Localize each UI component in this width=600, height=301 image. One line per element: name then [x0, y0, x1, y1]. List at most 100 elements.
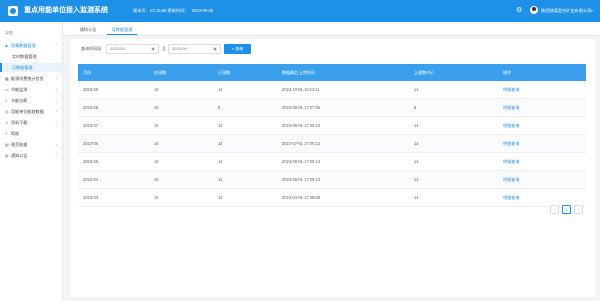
- cell-last-upload: 2023-10-01 10:14:11: [282, 87, 320, 92]
- sidebar-item-monthly-data[interactable]: 月数据管理: [0, 63, 62, 72]
- user-name[interactable]: 陕西陕煤澄合矿业有限公司: [541, 8, 591, 14]
- tab-monthly-data[interactable]: 月数据管理: [107, 24, 137, 35]
- database-icon: ◎: [5, 109, 9, 114]
- page-number-button[interactable]: 1: [562, 205, 571, 214]
- cell-last-upload: 2023-07-01 17:09:13: [282, 141, 321, 146]
- sidebar-item-energy-diagnosis[interactable]: ⚕ 节能诊断 ⌄: [0, 96, 62, 105]
- chevron-down-icon: ⌄: [55, 120, 58, 124]
- table-row: 2023-03 16 14 2023-04-01 17:08:08 14 明细查…: [78, 189, 586, 207]
- next-page-button[interactable]: ›: [574, 205, 583, 214]
- cell-expected: 16: [154, 105, 159, 110]
- start-month-input[interactable]: 2023-03 ▣: [106, 44, 159, 54]
- prev-page-button[interactable]: ‹: [550, 205, 559, 214]
- tag-icon: ◈: [5, 43, 9, 48]
- caret-down-icon[interactable]: ▾: [591, 8, 593, 14]
- calendar-icon: ▣: [151, 46, 155, 51]
- range-separator: 至: [162, 46, 166, 51]
- column-header: 数据最后上传时间: [282, 70, 315, 75]
- avatar[interactable]: [530, 6, 538, 14]
- cell-collected: 14: [218, 177, 223, 182]
- detail-link[interactable]: 明细查询: [503, 153, 519, 171]
- cell-reported: 14: [414, 195, 419, 200]
- chevron-down-icon: ⌄: [55, 76, 58, 80]
- nav-title: 导航: [5, 30, 13, 35]
- cell-collected: 14: [218, 159, 223, 164]
- cell-reported: 14: [414, 123, 419, 128]
- start-month-value: 2023-03: [110, 46, 125, 51]
- cell-expected: 16: [154, 159, 159, 164]
- query-button-label: 查询: [235, 46, 244, 51]
- cell-last-upload: 2023-09-01 17:07:06: [282, 105, 321, 110]
- end-month-input[interactable]: 2023-09 ▣: [168, 44, 221, 54]
- sidebar-item-unit-energy-data[interactable]: ◎ 用能单位能耗数据 ⌄: [0, 107, 62, 116]
- chevron-down-icon: ⌄: [55, 87, 58, 91]
- sidebar-item-collect-data[interactable]: ◈ 采集数据管理 ⌃: [0, 41, 62, 50]
- gear-icon[interactable]: ⚙: [516, 7, 522, 15]
- cell-month: 2023-04: [83, 177, 99, 182]
- detail-link[interactable]: 明细查询: [503, 99, 519, 117]
- filter-label: 查询时间段: [81, 46, 101, 51]
- cell-month: 2023-03: [83, 195, 99, 200]
- sidebar-item-label: 月数据管理: [12, 65, 33, 70]
- column-header: 已采数: [218, 70, 231, 75]
- sidebar-item-label: 帮助: [11, 131, 20, 136]
- sidebar-item-label: 通知公告: [11, 153, 28, 158]
- detail-link[interactable]: 明细查询: [503, 189, 519, 207]
- cell-expected: 16: [154, 87, 159, 92]
- cell-collected: 14: [218, 195, 223, 200]
- cell-collected: 14: [218, 141, 223, 146]
- cell-collected: 8: [218, 105, 221, 110]
- table-body: 2023-09 16 14 2023-10-01 10:14:11 14 明细查…: [78, 81, 586, 207]
- version-info: 版本号：V2.15.56 更新时间： 2023-09-26: [133, 8, 213, 14]
- cell-last-upload: 2023-04-01 17:08:08: [282, 195, 321, 200]
- detail-link[interactable]: 明细查询: [503, 135, 519, 153]
- download-icon: ⇩: [5, 120, 9, 125]
- cell-reported: 14: [414, 177, 419, 182]
- detail-link[interactable]: 明细查询: [503, 117, 519, 135]
- end-month-value: 2023-09: [172, 46, 187, 51]
- cell-collected: 14: [218, 87, 223, 92]
- monthly-data-table: 月份 应采数 已采数 数据最后上传时间 上报数中心 操作 2023-09 16 …: [78, 64, 586, 207]
- search-icon: ⌕: [231, 46, 235, 51]
- sidebar-item-downloads[interactable]: ⇩ 资料下载 ⌄: [0, 118, 62, 127]
- cell-last-upload: 2023-06-01 17:09:13: [282, 159, 321, 164]
- cell-reported: 8: [414, 105, 417, 110]
- sidebar-item-label: 资料下载: [11, 120, 28, 125]
- stethoscope-icon: ⚕: [5, 98, 8, 103]
- top-header: 重点用能单位接入监测系统 版本号：V2.15.56 更新时间： 2023-09-2…: [0, 0, 600, 22]
- table-row: 2023-09 16 14 2023-10-01 10:14:11 14 明细查…: [78, 81, 586, 99]
- book-icon: ▤: [5, 142, 9, 147]
- content-card: 查询时间段 2023-03 ▣ 至 2023-09 ▣ ⌕ 查询 月份 应采数 …: [70, 39, 595, 297]
- chat-icon: ◍: [5, 153, 9, 158]
- tab-notices[interactable]: 通知公告: [75, 24, 101, 35]
- version-label: 版本号：V2.15.56 更新时间：: [133, 8, 189, 13]
- page-tabs: 通知公告 月数据管理: [63, 22, 600, 36]
- sidebar-item-energy-monitor[interactable]: ▭ 节能监测 ⌄: [0, 85, 62, 94]
- cell-last-upload: 2023-08-01 17:09:13: [282, 123, 321, 128]
- chevron-down-icon: ⌄: [55, 153, 58, 157]
- help-icon: ?: [5, 131, 8, 136]
- detail-link[interactable]: 明细查询: [503, 171, 519, 189]
- table-row: 2023-08 16 8 2023-09-01 17:07:06 8 明细查询: [78, 99, 586, 117]
- sidebar-item-notices[interactable]: ◍ 通知公告 ⌄: [0, 151, 62, 160]
- sidebar-item-regulations[interactable]: ▤ 规范依据 ⌄: [0, 140, 62, 149]
- app-title: 重点用能单位接入监测系统: [24, 7, 108, 14]
- cell-reported: 14: [414, 141, 419, 146]
- table-row: 2023-05 16 14 2023-06-01 17:09:13 14 明细查…: [78, 153, 586, 171]
- cell-month: 2023-09: [83, 87, 99, 92]
- column-header: 上报数中心: [414, 70, 435, 75]
- cell-month: 2023-05: [83, 159, 99, 164]
- sidebar-item-realtime-data[interactable]: 实时数据管理: [0, 52, 62, 61]
- cell-month: 2023-07: [83, 123, 99, 128]
- query-button[interactable]: ⌕ 查询: [224, 44, 251, 54]
- monitor-icon: ▭: [5, 87, 9, 92]
- chevron-down-icon: ⌄: [55, 109, 58, 113]
- sidebar-item-help[interactable]: ? 帮助: [0, 129, 62, 138]
- detail-link[interactable]: 明细查询: [503, 81, 519, 99]
- sidebar-item-energy-stats[interactable]: ▦ 能源消费统计信息 ⌄: [0, 74, 62, 83]
- cell-expected: 16: [154, 141, 159, 146]
- column-header: 月份: [83, 70, 92, 75]
- cell-month: 2023-06: [83, 141, 99, 146]
- cell-expected: 16: [154, 177, 159, 182]
- cell-expected: 16: [154, 123, 159, 128]
